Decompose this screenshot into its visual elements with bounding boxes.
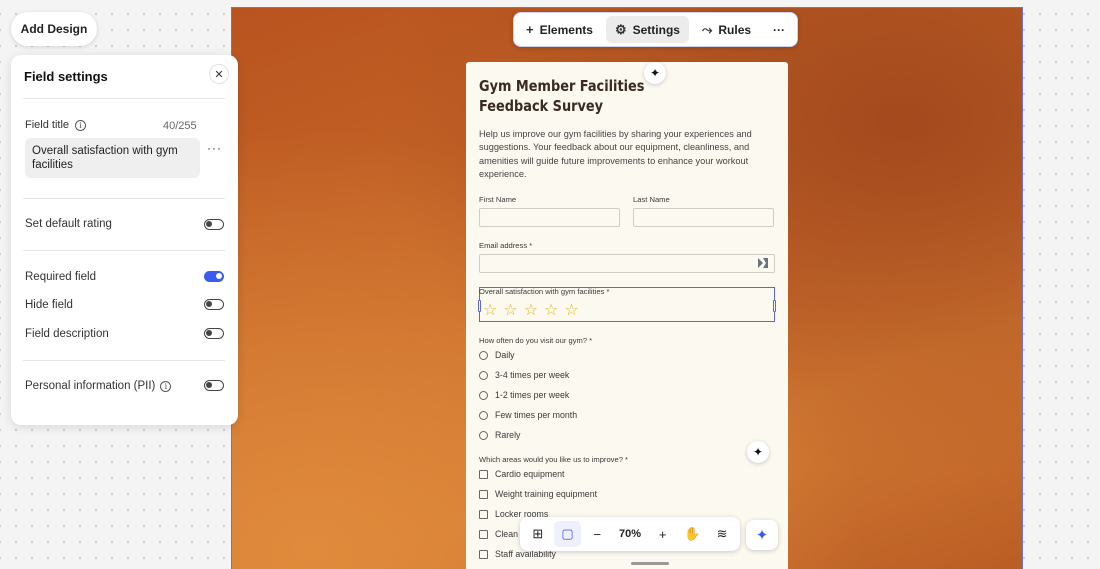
radio-button[interactable] bbox=[479, 370, 488, 380]
info-icon[interactable]: i bbox=[160, 380, 172, 392]
panel-title: Field settings bbox=[24, 69, 108, 84]
set-default-rating-label: Set default rating bbox=[25, 218, 112, 230]
field-title-input[interactable]: Overall satisfaction with gym facilities bbox=[25, 138, 200, 178]
settings-button[interactable]: ⚙ Settings bbox=[605, 16, 689, 43]
first-name-label: First Name bbox=[479, 195, 517, 204]
sparkle-icon[interactable]: ✦ bbox=[644, 62, 666, 84]
email-input[interactable] bbox=[479, 254, 775, 273]
character-counter: 40/255 bbox=[163, 120, 197, 132]
radio-button[interactable] bbox=[479, 350, 488, 360]
hide-field-toggle[interactable] bbox=[204, 299, 224, 310]
survey-form: Gym Member Facilities Feedback Survey He… bbox=[466, 62, 788, 569]
gear-icon: ⚙ bbox=[614, 21, 627, 37]
divider bbox=[23, 360, 225, 361]
checkbox[interactable] bbox=[479, 529, 488, 539]
radio-button[interactable] bbox=[479, 430, 488, 440]
grid-icon[interactable]: ⊞ bbox=[524, 521, 552, 547]
more-menu-icon[interactable]: ··· bbox=[764, 16, 794, 43]
radio-button[interactable] bbox=[479, 410, 488, 420]
field-settings-panel: Field settings ✕ Field title i 40/255 Ov… bbox=[11, 55, 238, 425]
scroll-indicator[interactable] bbox=[631, 562, 669, 565]
star-icon[interactable]: ☆ bbox=[503, 302, 517, 318]
autofill-icon bbox=[758, 258, 768, 268]
bottom-toolbar: ⊞ ▢ − 70% + ✋ ≋ bbox=[520, 517, 740, 551]
radio-option[interactable]: 3-4 times per week bbox=[479, 370, 569, 380]
pii-toggle[interactable] bbox=[204, 380, 224, 391]
star-icon[interactable]: ☆ bbox=[544, 302, 558, 318]
field-title-label: Field title i bbox=[25, 119, 87, 131]
zoom-level[interactable]: 70% bbox=[613, 528, 647, 540]
checkbox-option[interactable]: Clean bbox=[479, 529, 518, 539]
frame-icon[interactable]: ▢ bbox=[553, 521, 582, 547]
more-options-icon[interactable]: ··· bbox=[207, 141, 222, 155]
field-description-toggle[interactable] bbox=[204, 328, 224, 339]
radio-button[interactable] bbox=[479, 390, 488, 400]
elements-label: Elements bbox=[539, 22, 593, 37]
star-icon[interactable]: ☆ bbox=[564, 302, 578, 318]
settings-label: Settings bbox=[632, 22, 680, 37]
set-default-rating-toggle[interactable] bbox=[204, 219, 224, 230]
improve-areas-label: Which areas would you like us to improve… bbox=[479, 455, 628, 464]
checkbox-option[interactable]: Cardio equipment bbox=[479, 469, 564, 479]
form-description[interactable]: Help us improve our gym facilities by sh… bbox=[479, 128, 761, 181]
last-name-input[interactable] bbox=[633, 208, 774, 227]
divider bbox=[23, 98, 225, 99]
plus-icon: + bbox=[526, 22, 534, 37]
field-description-label: Field description bbox=[25, 328, 109, 340]
divider bbox=[23, 198, 225, 199]
checkbox[interactable] bbox=[479, 469, 488, 479]
sparkle-icon[interactable]: ✦ bbox=[747, 441, 769, 463]
star-rating[interactable]: ☆ ☆ ☆ ☆ ☆ bbox=[483, 302, 579, 318]
divider bbox=[23, 250, 225, 251]
zoom-in-icon[interactable]: + bbox=[649, 521, 677, 547]
top-toolbar: + Elements ⚙ Settings ⤳ Rules ··· bbox=[513, 12, 798, 47]
first-name-input[interactable] bbox=[479, 208, 620, 227]
pii-label: Personal information (PII) i bbox=[25, 380, 172, 392]
checkbox-option[interactable]: Weight training equipment bbox=[479, 489, 597, 499]
required-field-label: Required field bbox=[25, 271, 96, 283]
field-title-text: Field title bbox=[25, 119, 70, 131]
radio-option[interactable]: 1-2 times per week bbox=[479, 390, 569, 400]
last-name-label: Last Name bbox=[633, 195, 670, 204]
email-label: Email address * bbox=[479, 241, 533, 250]
zoom-out-icon[interactable]: − bbox=[583, 521, 611, 547]
form-title[interactable]: Gym Member Facilities Feedback Survey bbox=[479, 76, 651, 116]
rules-icon: ⤳ bbox=[701, 21, 713, 37]
ai-assistant-icon[interactable]: ✦ bbox=[746, 520, 778, 550]
checkbox[interactable] bbox=[479, 509, 488, 519]
layers-icon[interactable]: ≋ bbox=[708, 521, 736, 547]
rating-label: Overall satisfaction with gym facilities… bbox=[479, 287, 610, 296]
checkbox[interactable] bbox=[479, 489, 488, 499]
radio-option[interactable]: Few times per month bbox=[479, 410, 577, 420]
rules-label: Rules bbox=[718, 22, 752, 37]
radio-option[interactable]: Rarely bbox=[479, 430, 520, 440]
elements-button[interactable]: + Elements bbox=[517, 16, 602, 43]
add-design-button[interactable]: Add Design bbox=[11, 12, 97, 46]
required-field-toggle[interactable] bbox=[204, 271, 224, 282]
radio-option[interactable]: Daily bbox=[479, 350, 515, 360]
hide-field-label: Hide field bbox=[25, 299, 73, 311]
resize-handle-left[interactable] bbox=[478, 300, 481, 312]
star-icon[interactable]: ☆ bbox=[524, 302, 538, 318]
info-icon[interactable]: i bbox=[75, 119, 87, 131]
resize-handle-right[interactable] bbox=[773, 300, 776, 312]
close-icon[interactable]: ✕ bbox=[209, 64, 229, 84]
visit-frequency-label: How often do you visit our gym? * bbox=[479, 336, 593, 345]
hand-icon[interactable]: ✋ bbox=[679, 521, 707, 547]
checkbox[interactable] bbox=[479, 549, 488, 559]
rules-button[interactable]: ⤳ Rules bbox=[693, 16, 760, 43]
star-icon[interactable]: ☆ bbox=[483, 302, 497, 318]
